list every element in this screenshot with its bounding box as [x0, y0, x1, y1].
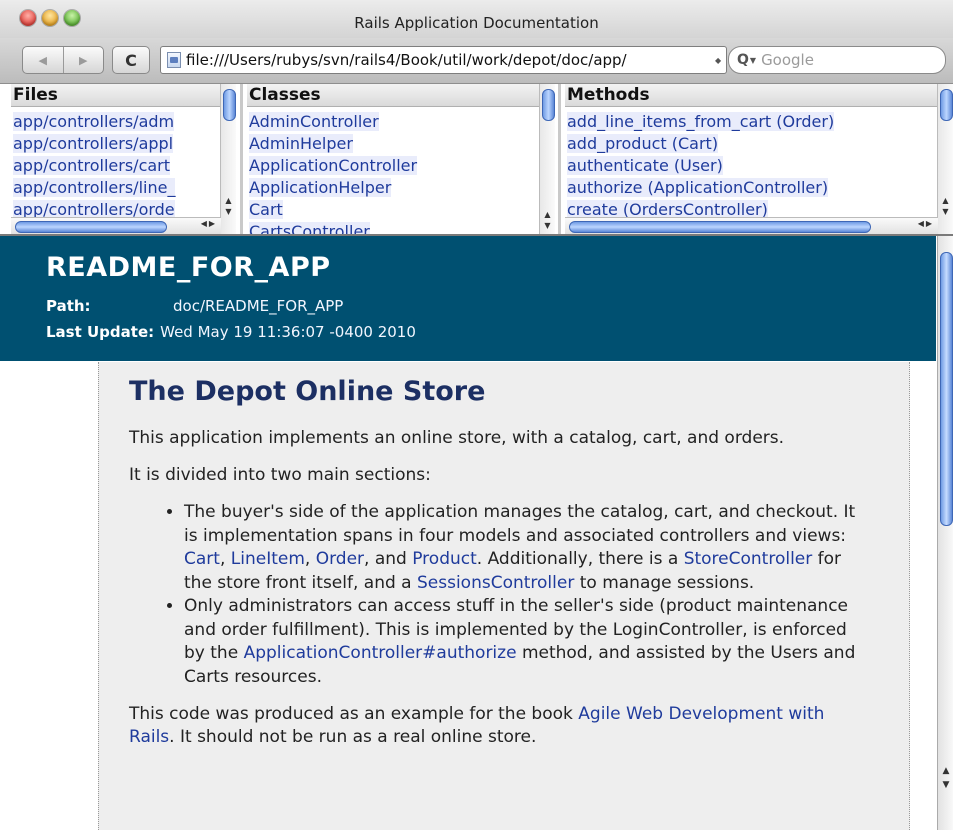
scroll-arrows-icon[interactable]: ▲ ▼: [540, 209, 555, 231]
intro-paragraph: This application implements an online st…: [129, 428, 785, 448]
doc-last-update: Last Update: Wed May 19 11:36:07 -0400 20…: [46, 323, 416, 341]
class-link[interactable]: CartsController: [249, 221, 555, 234]
method-link[interactable]: add_line_items_from_cart (Order): [567, 111, 953, 133]
scroll-arrows-icon[interactable]: ▲ ▼: [938, 764, 953, 792]
files-frame: Files app/controllers/adm app/controller…: [11, 84, 236, 234]
file-link[interactable]: app/controllers/appl: [13, 133, 236, 155]
scroll-thumb[interactable]: [569, 221, 871, 233]
product-link[interactable]: Product: [412, 549, 477, 569]
scroll-arrows-icon[interactable]: ◀▶: [201, 219, 217, 228]
back-button[interactable]: ◀: [23, 47, 63, 73]
frame-divider[interactable]: [240, 84, 243, 234]
search-icon: Q: [737, 52, 749, 68]
frame-divider[interactable]: [558, 84, 561, 234]
address-bar[interactable]: file:///Users/rubys/svn/rails4/Book/util…: [160, 46, 727, 74]
scroll-arrows-icon[interactable]: ▲ ▼: [221, 195, 236, 217]
class-link[interactable]: AdminController: [249, 111, 555, 133]
scroll-thumb[interactable]: [542, 89, 555, 121]
order-link[interactable]: Order: [316, 549, 364, 569]
methods-frame: Methods add_line_items_from_cart (Order)…: [565, 84, 953, 234]
back-forward-group: ◀ ▶: [22, 46, 104, 74]
file-link[interactable]: app/controllers/line_: [13, 177, 236, 199]
doc-title: README_FOR_APP: [46, 252, 331, 283]
file-link[interactable]: app/controllers/cart: [13, 155, 236, 177]
method-link[interactable]: add_product (Cart): [567, 133, 953, 155]
list-item: Only administrators can access stuff in …: [184, 595, 869, 689]
browser-toolbar: ◀ ▶ C file:///Users/rubys/svn/rails4/Boo…: [0, 38, 953, 84]
files-vertical-scrollbar[interactable]: ▲ ▼: [220, 84, 236, 234]
url-dropdown-icon[interactable]: ◆: [715, 56, 721, 65]
doc-header: README_FOR_APP Path: doc/README_FOR_APP L…: [0, 236, 936, 361]
doc-content: README_FOR_APP Path: doc/README_FOR_APP L…: [0, 236, 936, 830]
back-arrow-icon: ◀: [38, 53, 47, 67]
search-field[interactable]: Q ▼ Google: [728, 46, 946, 74]
reload-button[interactable]: C: [112, 46, 150, 74]
classes-list: AdminController AdminHelper ApplicationC…: [247, 107, 555, 234]
sections-list: The buyer's side of the application mana…: [129, 501, 869, 689]
sessionscontroller-link[interactable]: SessionsController: [417, 573, 574, 593]
doc-path: Path: doc/README_FOR_APP: [46, 297, 343, 315]
search-engine-dropdown-icon[interactable]: ▼: [750, 56, 756, 65]
url-text: file:///Users/rubys/svn/rails4/Book/util…: [186, 51, 627, 69]
scroll-arrows-icon[interactable]: ▲ ▼: [938, 195, 953, 217]
doc-heading: The Depot Online Store: [129, 376, 486, 407]
storecontroller-link[interactable]: StoreController: [684, 549, 813, 569]
sections-intro: It is divided into two main sections:: [129, 465, 431, 485]
method-link[interactable]: authenticate (User): [567, 155, 953, 177]
classes-vertical-scrollbar[interactable]: ▲ ▼: [539, 84, 555, 234]
files-list: app/controllers/adm app/controllers/appl…: [11, 107, 236, 221]
classes-frame: Classes AdminController AdminHelper Appl…: [247, 84, 555, 234]
forward-arrow-icon: ▶: [79, 53, 88, 67]
files-horizontal-scrollbar[interactable]: ◀▶: [11, 217, 221, 234]
path-label: Path:: [46, 297, 91, 315]
list-item: The buyer's side of the application mana…: [184, 501, 869, 595]
class-link[interactable]: AdminHelper: [249, 133, 555, 155]
classes-heading: Classes: [247, 84, 555, 107]
page-icon: [167, 52, 181, 68]
closing-paragraph: This code was produced as an example for…: [129, 704, 825, 747]
content-vertical-scrollbar[interactable]: ▲ ▼: [937, 236, 953, 830]
class-link[interactable]: Cart: [249, 199, 555, 221]
reload-icon: C: [125, 50, 137, 70]
methods-horizontal-scrollbar[interactable]: ◀▶: [565, 217, 938, 234]
doc-body: The Depot Online Store This application …: [98, 362, 910, 830]
method-link[interactable]: authorize (ApplicationController): [567, 177, 953, 199]
authorize-link[interactable]: ApplicationController#authorize: [244, 643, 517, 663]
last-update-label: Last Update:: [46, 323, 155, 341]
class-link[interactable]: ApplicationController: [249, 155, 555, 177]
methods-heading: Methods: [565, 84, 953, 107]
path-value: doc/README_FOR_APP: [173, 297, 344, 315]
search-placeholder: Google: [761, 51, 814, 69]
scroll-thumb[interactable]: [223, 89, 236, 121]
last-update-value: Wed May 19 11:36:07 -0400 2010: [160, 323, 416, 341]
window-titlebar: Rails Application Documentation: [0, 0, 953, 39]
scroll-arrows-icon[interactable]: ◀▶: [918, 219, 934, 228]
class-link[interactable]: ApplicationHelper: [249, 177, 555, 199]
forward-button[interactable]: ▶: [62, 47, 104, 73]
methods-vertical-scrollbar[interactable]: ▲ ▼: [937, 84, 953, 234]
cart-link[interactable]: Cart: [184, 549, 220, 569]
scroll-thumb[interactable]: [940, 89, 953, 121]
scroll-thumb[interactable]: [940, 252, 953, 526]
lineitem-link[interactable]: LineItem: [231, 549, 305, 569]
window-title: Rails Application Documentation: [354, 14, 599, 32]
methods-list: add_line_items_from_cart (Order) add_pro…: [565, 107, 953, 221]
file-link[interactable]: app/controllers/adm: [13, 111, 236, 133]
files-heading: Files: [11, 84, 236, 107]
scroll-thumb[interactable]: [15, 221, 167, 233]
index-frames: Files app/controllers/adm app/controller…: [0, 84, 953, 236]
